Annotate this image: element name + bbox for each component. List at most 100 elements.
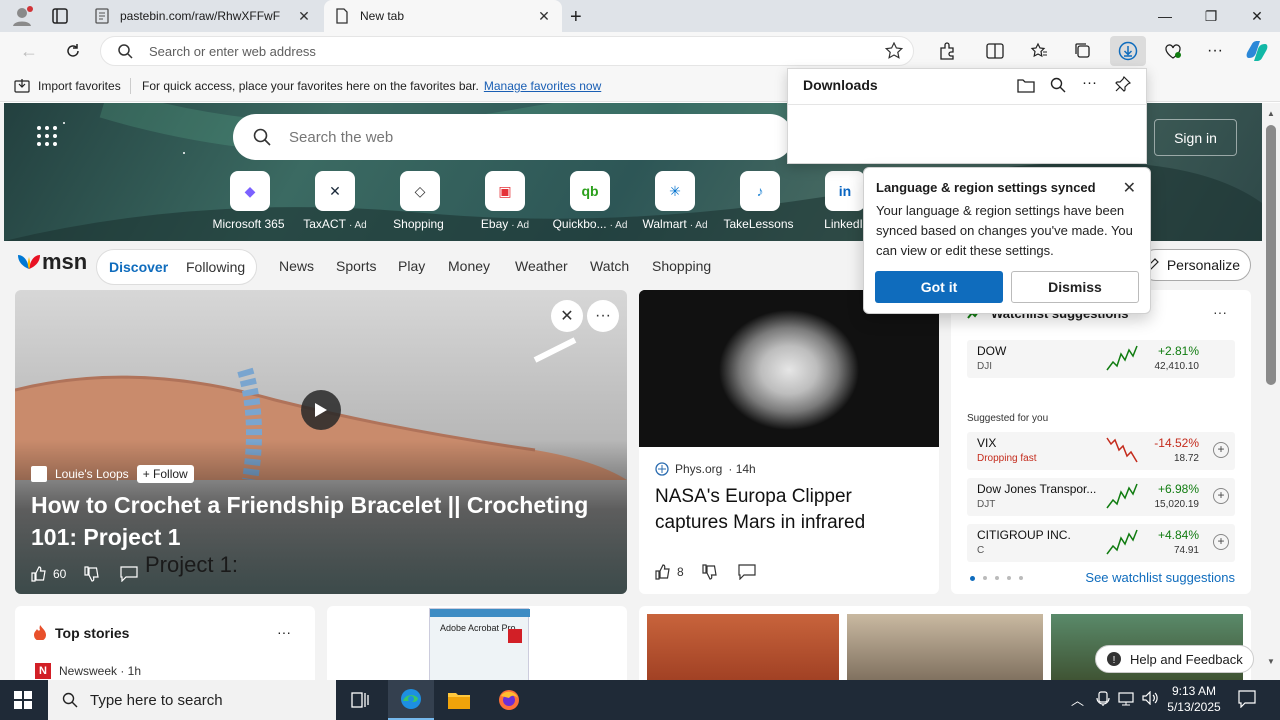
- more-options-icon[interactable]: ···: [1213, 304, 1227, 320]
- news-title[interactable]: NASA's Europa Clipper captures Mars in i…: [655, 484, 925, 536]
- thumbs-down-icon[interactable]: [84, 566, 100, 582]
- nav-play[interactable]: Play: [398, 258, 425, 274]
- start-windows-icon[interactable]: [0, 680, 46, 720]
- edge-taskbar-icon[interactable]: [388, 680, 434, 720]
- more-options-icon[interactable]: ···: [1082, 74, 1097, 91]
- network-icon[interactable]: [1118, 692, 1134, 706]
- comment-icon[interactable]: [120, 566, 138, 582]
- video-card[interactable]: ✕ ··· Project 1: Louie's Loops + Follow …: [15, 290, 627, 594]
- nav-watch[interactable]: Watch: [590, 258, 629, 274]
- copilot-icon[interactable]: [1242, 37, 1272, 65]
- stock-row[interactable]: Dow Jones Transpor... DJT +6.98% 15,020.19 +: [967, 478, 1235, 516]
- got-it-button[interactable]: Got it: [875, 271, 1003, 303]
- close-tab-icon[interactable]: ✕: [536, 8, 552, 25]
- sign-in-button[interactable]: Sign in: [1154, 119, 1237, 156]
- notifications-icon[interactable]: [1238, 690, 1256, 708]
- close-tab-icon[interactable]: ✕: [296, 8, 312, 25]
- address-bar[interactable]: Search or enter web address: [100, 36, 914, 66]
- ad-marker: · Ad: [511, 220, 530, 231]
- nav-news[interactable]: News: [279, 258, 314, 274]
- back-icon[interactable]: ←: [14, 37, 44, 65]
- help-feedback-button[interactable]: ! Help and Feedback: [1095, 645, 1254, 673]
- tray-overflow-icon[interactable]: ︿: [1071, 690, 1084, 709]
- tab-discover[interactable]: Discover: [109, 259, 168, 275]
- thumbs-up-icon[interactable]: [31, 566, 47, 582]
- personalize-button[interactable]: Personalize: [1140, 249, 1251, 281]
- collections-icon[interactable]: [1068, 37, 1098, 65]
- search-icon[interactable]: [1050, 77, 1066, 93]
- msn-logo[interactable]: msn: [16, 249, 87, 275]
- news-card[interactable]: Phys.org · 14h NASA's Europa Clipper cap…: [639, 290, 939, 594]
- downloads-icon[interactable]: [1110, 36, 1146, 66]
- more-options-icon[interactable]: ···: [277, 624, 291, 640]
- nav-weather[interactable]: Weather: [515, 258, 568, 274]
- scroll-down-icon[interactable]: ▼: [1267, 657, 1275, 666]
- extensions-icon[interactable]: [932, 37, 962, 65]
- stock-row[interactable]: DOW DJI +2.81% 42,410.10: [967, 340, 1235, 378]
- profile-icon[interactable]: [12, 6, 34, 26]
- carousel-dots[interactable]: [970, 576, 1023, 581]
- import-favorites-button[interactable]: Import favorites: [14, 78, 121, 94]
- file-explorer-icon[interactable]: [436, 680, 482, 720]
- restore-icon[interactable]: ❐: [1188, 0, 1234, 32]
- quick-link-tile[interactable]: ✳ Walmart · Ad: [635, 171, 715, 231]
- see-watchlist-link[interactable]: See watchlist suggestions: [1085, 570, 1235, 585]
- tab-following[interactable]: Following: [186, 259, 245, 275]
- stock-row[interactable]: VIX Dropping fast -14.52% 18.72 +: [967, 432, 1235, 470]
- quick-link-tile[interactable]: qb Quickbo... · Ad: [550, 171, 630, 231]
- quick-link-tile[interactable]: ✕ TaxACT · Ad: [295, 171, 375, 231]
- settings-more-icon[interactable]: ···: [1200, 37, 1230, 65]
- close-window-icon[interactable]: ✕: [1234, 0, 1280, 32]
- tab-actions-icon[interactable]: [52, 8, 68, 24]
- clock-date: 5/13/2025: [1167, 700, 1221, 714]
- nav-money[interactable]: Money: [448, 258, 490, 274]
- favorite-star-icon[interactable]: [885, 42, 903, 60]
- volume-icon[interactable]: [1142, 691, 1158, 705]
- meet-now-icon[interactable]: [1096, 691, 1110, 707]
- play-icon[interactable]: [301, 390, 341, 430]
- quick-link-tile[interactable]: ▣ Ebay · Ad: [465, 171, 545, 231]
- new-tab-icon[interactable]: +: [570, 6, 582, 29]
- add-to-watchlist-icon[interactable]: +: [1213, 488, 1229, 504]
- add-to-watchlist-icon[interactable]: +: [1213, 442, 1229, 458]
- manage-favorites-link[interactable]: Manage favorites now: [484, 79, 601, 93]
- quickbooks-icon: qb: [570, 171, 610, 211]
- nav-sports[interactable]: Sports: [336, 258, 376, 274]
- walmart-icon: ✳: [655, 171, 695, 211]
- close-popup-icon[interactable]: ✕: [1123, 178, 1136, 198]
- quick-link-tile[interactable]: ◇ Shopping: [380, 171, 460, 231]
- scrollbar-thumb[interactable]: [1266, 125, 1276, 385]
- nav-shopping[interactable]: Shopping: [652, 258, 711, 274]
- taxact-icon: ✕: [315, 171, 355, 211]
- thumbs-down-icon[interactable]: [702, 564, 718, 580]
- apps-launcher-icon[interactable]: [36, 125, 58, 147]
- quick-link-tile[interactable]: ♪ TakeLessons: [720, 171, 800, 231]
- open-folder-icon[interactable]: [1017, 77, 1035, 93]
- dismiss-button[interactable]: Dismiss: [1011, 271, 1139, 303]
- tab-pastebin[interactable]: pastebin.com/raw/RhwXFFwF ✕: [84, 0, 322, 32]
- comment-icon[interactable]: [738, 564, 756, 580]
- minimize-icon[interactable]: —: [1142, 0, 1188, 32]
- follow-button[interactable]: + Follow: [136, 465, 194, 483]
- favorites-icon[interactable]: [1024, 37, 1054, 65]
- page-scrollbar[interactable]: ▲ ▼: [1262, 103, 1280, 680]
- firefox-icon[interactable]: [486, 680, 532, 720]
- scroll-up-icon[interactable]: ▲: [1267, 109, 1275, 118]
- thumbs-up-icon[interactable]: [655, 564, 671, 580]
- refresh-icon[interactable]: [58, 37, 88, 65]
- acrobat-ad-card[interactable]: Adobe Acrobat Pro: [327, 606, 627, 680]
- more-options-icon[interactable]: ···: [587, 300, 619, 332]
- video-title[interactable]: How to Crochet a Friendship Bracelet || …: [31, 489, 611, 553]
- stock-row[interactable]: CITIGROUP INC. C +4.84% 74.91 +: [967, 524, 1235, 562]
- quick-link-tile[interactable]: ◆ Microsoft 365: [210, 171, 290, 231]
- task-view-icon[interactable]: [337, 680, 383, 720]
- close-card-icon[interactable]: ✕: [551, 300, 583, 332]
- tab-new-tab[interactable]: New tab ✕: [324, 0, 562, 32]
- web-search-box[interactable]: Search the web: [233, 114, 793, 160]
- browser-essentials-icon[interactable]: [1158, 37, 1188, 65]
- pin-icon[interactable]: [1115, 76, 1131, 92]
- taskbar-search[interactable]: Type here to search: [48, 680, 336, 720]
- split-screen-icon[interactable]: [980, 37, 1010, 65]
- system-clock[interactable]: 9:13 AM 5/13/2025: [1160, 683, 1228, 715]
- add-to-watchlist-icon[interactable]: +: [1213, 534, 1229, 550]
